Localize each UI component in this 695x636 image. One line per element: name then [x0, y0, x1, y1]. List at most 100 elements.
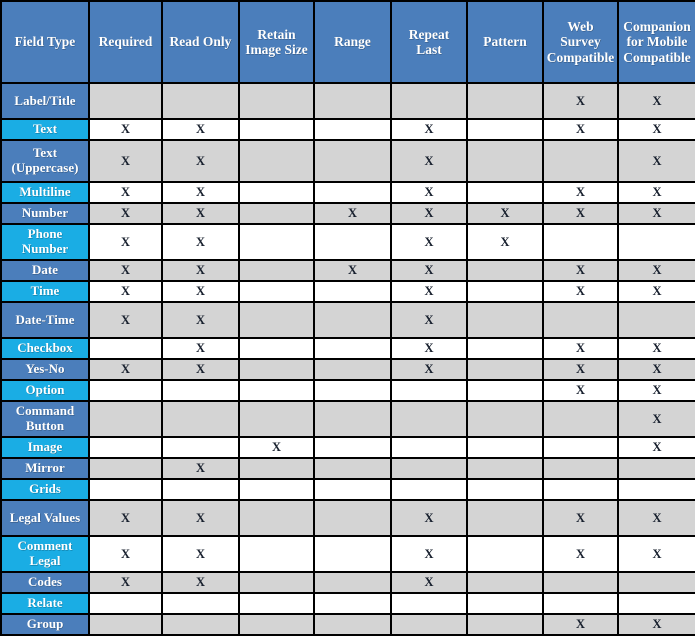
matrix-cell: X	[88, 499, 163, 537]
row-label-time: Time	[0, 280, 90, 303]
matrix-cell: X	[390, 202, 468, 225]
matrix-cell: X	[161, 202, 240, 225]
matrix-cell: X	[617, 181, 695, 204]
column-header-web-survey-compatible: Web Survey Compatible	[542, 0, 619, 84]
row-label-line: Command	[15, 403, 75, 419]
matrix-cell	[466, 379, 544, 402]
matrix-cell: X	[161, 301, 240, 339]
header-text-line: Required	[98, 34, 153, 50]
matrix-cell	[466, 118, 544, 141]
matrix-cell: X	[88, 280, 163, 303]
matrix-cell	[466, 139, 544, 183]
matrix-cell	[390, 613, 468, 636]
matrix-cell	[238, 499, 315, 537]
matrix-cell	[466, 280, 544, 303]
matrix-cell	[161, 82, 240, 120]
matrix-cell	[238, 223, 315, 261]
matrix-cell: X	[390, 118, 468, 141]
matrix-cell: X	[542, 358, 619, 381]
row-label-line: Mirror	[25, 460, 65, 476]
matrix-cell: X	[617, 358, 695, 381]
matrix-cell	[466, 457, 544, 480]
matrix-cell: X	[390, 571, 468, 594]
matrix-cell	[238, 592, 315, 615]
header-text-line: Pattern	[483, 34, 527, 50]
matrix-cell	[313, 181, 392, 204]
matrix-cell: X	[617, 259, 695, 282]
matrix-cell: X	[161, 337, 240, 360]
row-label-relate: Relate	[0, 592, 90, 615]
matrix-cell: X	[313, 202, 392, 225]
row-label-group: Group	[0, 613, 90, 636]
row-label-line: Date	[32, 262, 58, 278]
matrix-cell	[390, 400, 468, 438]
matrix-cell: X	[390, 337, 468, 360]
matrix-cell	[238, 379, 315, 402]
matrix-cell	[88, 613, 163, 636]
matrix-cell: X	[88, 358, 163, 381]
matrix-cell: X	[542, 280, 619, 303]
matrix-cell: X	[617, 613, 695, 636]
matrix-cell	[466, 301, 544, 339]
header-text-line: Repeat	[408, 26, 450, 42]
matrix-cell: X	[542, 613, 619, 636]
row-label-legal-values: Legal Values	[0, 499, 90, 537]
table-header: Field Type Required Read Only Retain Image S…	[0, 0, 695, 84]
matrix-cell	[390, 379, 468, 402]
matrix-cell	[542, 400, 619, 438]
matrix-cell: X	[390, 280, 468, 303]
matrix-cell	[238, 457, 315, 480]
matrix-cell	[466, 400, 544, 438]
matrix-cell: X	[542, 499, 619, 537]
matrix-cell	[313, 457, 392, 480]
table-row: Mirror X	[0, 457, 695, 480]
table-row: Checkbox X X X X	[0, 337, 695, 360]
column-header-read-only: Read Only	[161, 0, 240, 84]
header-text-line: Compatible	[546, 49, 615, 65]
table-row: Legal Values X X X X X	[0, 499, 695, 537]
matrix-cell: X	[542, 535, 619, 573]
matrix-cell	[390, 82, 468, 120]
matrix-cell: X	[617, 400, 695, 438]
row-label-text: Text	[0, 118, 90, 141]
matrix-cell	[313, 613, 392, 636]
matrix-cell	[466, 181, 544, 204]
matrix-cell: X	[161, 259, 240, 282]
header-text-line: Compatible	[623, 49, 691, 65]
table-row: Yes-No X X X X X	[0, 358, 695, 381]
row-label-mirror: Mirror	[0, 457, 90, 480]
matrix-cell	[238, 337, 315, 360]
matrix-cell	[313, 301, 392, 339]
row-label-line: Grids	[29, 481, 61, 497]
matrix-cell	[238, 202, 315, 225]
row-label-yes-no: Yes-No	[0, 358, 90, 381]
row-label-line: Label/Title	[14, 92, 76, 108]
column-header-required: Required	[88, 0, 163, 84]
matrix-cell	[238, 181, 315, 204]
row-label-multiline: Multiline	[0, 181, 90, 204]
matrix-cell	[542, 139, 619, 183]
matrix-cell	[238, 571, 315, 594]
header-text-line: Survey	[560, 34, 601, 50]
matrix-cell: X	[390, 301, 468, 339]
table-row: Relate	[0, 592, 695, 615]
row-label-line: Phone	[27, 226, 63, 242]
matrix-cell	[313, 436, 392, 459]
matrix-cell: X	[390, 181, 468, 204]
column-header-pattern: Pattern	[466, 0, 544, 84]
matrix-cell: X	[542, 202, 619, 225]
column-header-repeat-last: Repeat Last	[390, 0, 468, 84]
matrix-cell	[390, 592, 468, 615]
matrix-cell	[617, 592, 695, 615]
matrix-cell: X	[88, 202, 163, 225]
row-label-line: Image	[27, 439, 63, 455]
header-text-line: Range	[334, 34, 371, 50]
matrix-cell: X	[466, 202, 544, 225]
row-label-line: Group	[26, 616, 64, 632]
matrix-cell	[542, 478, 619, 501]
matrix-cell: X	[88, 181, 163, 204]
row-label-line: Multiline	[19, 184, 71, 200]
matrix-cell: X	[88, 118, 163, 141]
matrix-cell	[238, 259, 315, 282]
row-label-line: Number	[21, 205, 69, 221]
